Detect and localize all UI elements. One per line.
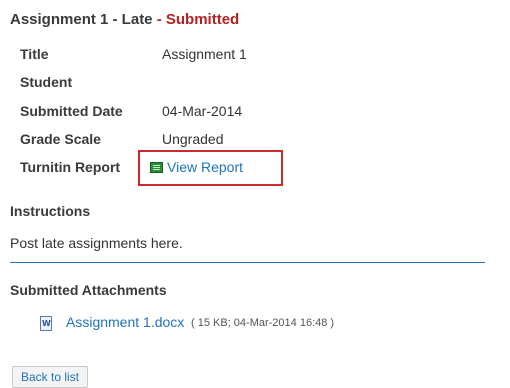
instructions-title: Instructions [10, 203, 91, 219]
assignment-name: Assignment 1 - Late [10, 11, 153, 28]
detail-label: Grade Scale [20, 131, 101, 147]
attachment-link[interactable]: Assignment 1.docx [66, 314, 184, 330]
report-icon [150, 162, 163, 173]
view-report-link[interactable]: View Report [150, 159, 243, 175]
detail-label: Title [20, 46, 49, 62]
detail-label: Submitted Date [20, 103, 123, 119]
submission-status: Submitted [165, 11, 240, 28]
detail-value: 04-Mar-2014 [162, 103, 243, 119]
detail-label: Student [20, 74, 73, 90]
detail-label: Turnitin Report [20, 159, 121, 175]
detail-value: Assignment 1 [162, 46, 247, 62]
attachments-title: Submitted Attachments [10, 282, 167, 298]
heading-separator: - [152, 11, 166, 28]
instructions-text: Post late assignments here. [10, 235, 183, 251]
word-document-icon [40, 316, 52, 331]
detail-value: Ungraded [162, 131, 224, 147]
view-report-label: View Report [167, 159, 244, 175]
section-divider [10, 262, 485, 263]
assignment-heading: Assignment 1 - Late - Submitted [10, 11, 239, 28]
attachment-meta: ( 15 KB; 04-Mar-2014 16:48 ) [191, 317, 335, 329]
